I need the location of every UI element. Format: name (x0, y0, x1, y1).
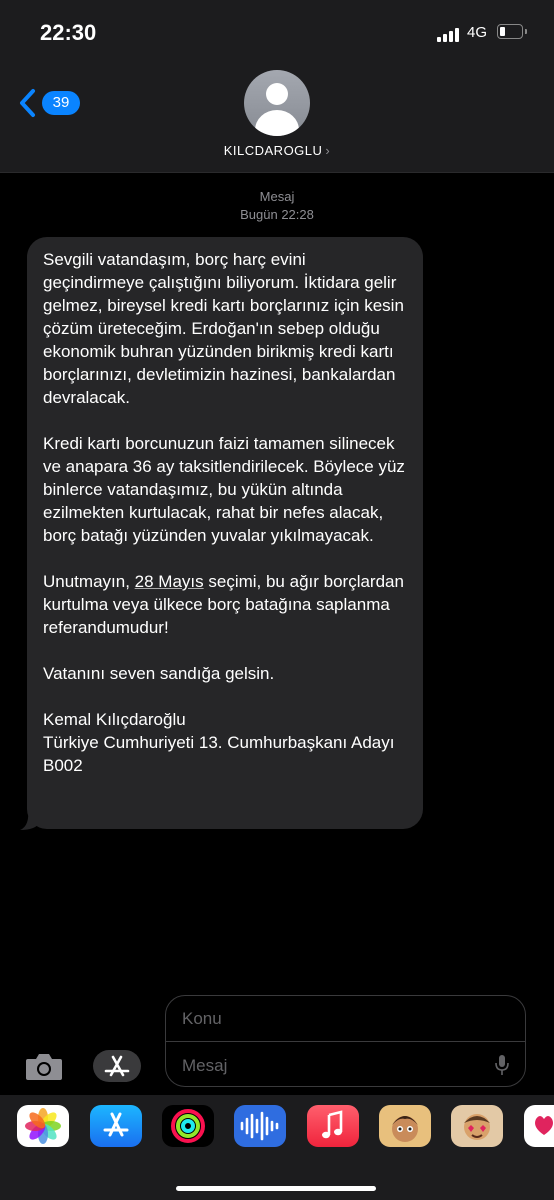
activity-app-icon[interactable] (162, 1105, 214, 1147)
app-store-icon (104, 1055, 130, 1077)
message-paragraph: Kredi kartı borcunuzun faizi tamamen sil… (43, 434, 405, 545)
message-timestamp: Bugün 22:28 (240, 207, 314, 222)
digital-touch-app-icon[interactable] (524, 1105, 554, 1147)
network-type: 4G (467, 24, 488, 41)
app-drawer (0, 1095, 554, 1200)
chevron-left-icon (20, 89, 35, 117)
microphone-icon[interactable] (495, 1054, 509, 1076)
message-paragraph: Unutmayın, 28 Mayıs seçimi, bu ağır borç… (43, 572, 404, 637)
message-paragraph: Sevgili vatandaşım, borç harç evini geçi… (43, 250, 404, 407)
status-time: 22:30 (40, 20, 97, 45)
camera-icon (26, 1054, 62, 1080)
contact-name-button[interactable]: KILCDAROGLU › (0, 143, 554, 158)
app-store-button[interactable] (93, 1050, 141, 1082)
cellular-signal-icon (437, 26, 463, 42)
battery-icon (497, 24, 527, 39)
memoji-app-icon[interactable] (379, 1105, 431, 1147)
contact-avatar[interactable] (244, 70, 310, 136)
message-paragraph: Vatanını seven sandığa gelsin. (43, 664, 275, 683)
status-bar: 22:30 4G (0, 0, 554, 62)
chevron-right-icon: › (325, 143, 331, 158)
message-composer[interactable]: Konu Mesaj (165, 995, 526, 1087)
home-indicator (176, 1186, 376, 1191)
unread-count-badge: 39 (42, 91, 80, 115)
message-service-label: Mesaj (259, 189, 295, 204)
date-link[interactable]: 28 Mayıs (135, 572, 204, 591)
back-button[interactable]: 39 (18, 86, 82, 122)
battery-level (500, 27, 505, 36)
message-signature: Kemal Kılıçdaroğlu Türkiye Cumhuriyeti 13… (43, 710, 395, 775)
message-bubble[interactable]: Sevgili vatandaşım, borç harç evini geçi… (27, 237, 423, 829)
memoji-stickers-app-icon[interactable] (451, 1105, 503, 1147)
composer-divider (166, 1041, 525, 1042)
app-store-app-icon[interactable] (90, 1105, 142, 1147)
photos-app-icon[interactable] (17, 1105, 69, 1147)
message-input[interactable]: Mesaj (182, 1056, 227, 1076)
music-app-icon[interactable] (307, 1105, 359, 1147)
bubble-tail (20, 808, 40, 830)
camera-button[interactable] (24, 1050, 64, 1082)
subject-input[interactable]: Konu (182, 1009, 222, 1029)
conversation-header: 39 KILCDAROGLU › (0, 62, 554, 173)
contact-name: KILCDAROGLU (223, 143, 323, 158)
audio-message-app-icon[interactable] (234, 1105, 286, 1147)
